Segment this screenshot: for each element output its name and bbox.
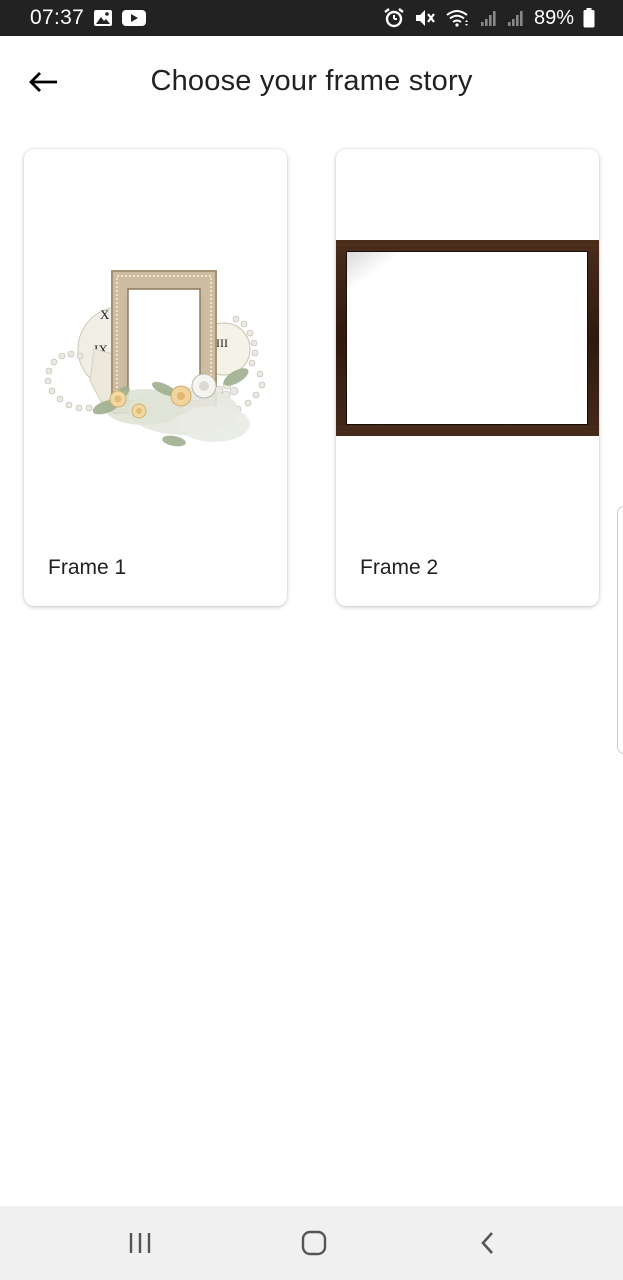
dark-wood-frame-thumbnail — [336, 240, 599, 436]
signal-icon — [507, 9, 525, 27]
frame-card-2-label: Frame 2 — [360, 556, 439, 579]
frame-card-1[interactable]: IX X III Frame 1 — [24, 149, 287, 606]
battery-icon — [583, 8, 595, 28]
recent-apps-button[interactable] — [110, 1218, 170, 1268]
youtube-icon — [122, 9, 147, 27]
signal-icon — [480, 9, 498, 27]
status-bar-left: 07:37 — [30, 6, 147, 30]
app-header: Choose your frame story — [0, 36, 623, 128]
frame-card-1-label: Frame 1 — [48, 556, 127, 579]
svg-text:III: III — [216, 336, 228, 350]
mute-icon — [414, 8, 436, 28]
status-time: 07:37 — [30, 6, 85, 29]
frame-card-2[interactable]: Frame 2 — [336, 149, 599, 606]
status-bar: 07:37 89% — [0, 0, 623, 36]
edge-panel-handle[interactable] — [617, 506, 623, 754]
page-title: Choose your frame story — [150, 65, 473, 97]
navigation-bar — [0, 1206, 623, 1280]
alarm-icon — [383, 8, 405, 28]
back-icon — [481, 1232, 493, 1254]
recent-apps-icon — [129, 1233, 151, 1253]
home-icon — [301, 1230, 327, 1256]
system-back-button[interactable] — [458, 1218, 518, 1268]
vintage-lace-frame-thumbnail: IX X III — [44, 270, 266, 447]
status-bar-right: 89% — [383, 7, 595, 30]
home-button[interactable] — [284, 1218, 344, 1268]
battery-percentage: 89% — [533, 6, 574, 29]
gallery-icon — [93, 9, 113, 27]
svg-text:X: X — [100, 307, 110, 322]
wifi-icon — [445, 8, 471, 28]
